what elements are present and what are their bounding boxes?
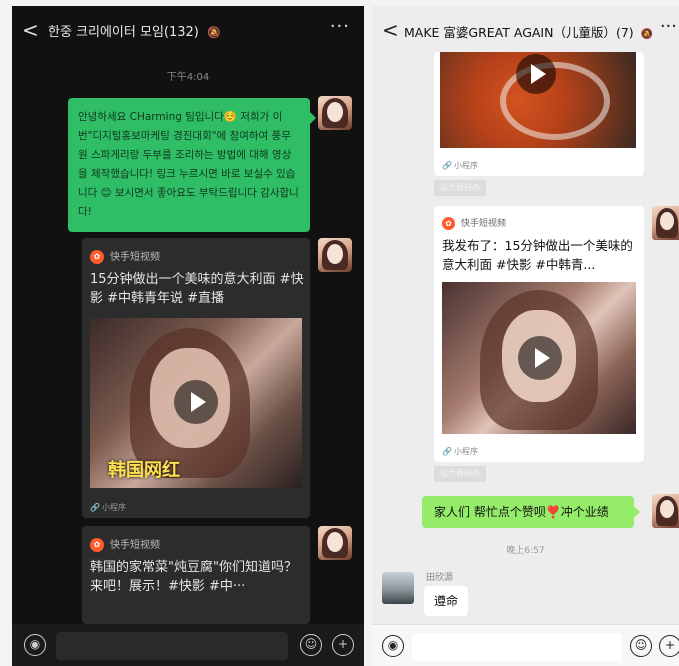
avatar[interactable] — [318, 526, 352, 560]
back-icon[interactable]: < — [22, 18, 39, 42]
voice-icon[interactable]: ◉ — [382, 635, 404, 657]
chat-title-text: 한중 크리에이터 모임(132) — [48, 25, 199, 40]
mini-program-text: 小程序 — [453, 447, 478, 456]
timestamp: 下午4:04 — [166, 72, 210, 83]
play-icon[interactable] — [518, 336, 562, 380]
message-input[interactable] — [56, 632, 288, 660]
plus-icon[interactable]: + — [659, 635, 679, 657]
chat-title-text: MAKE 富婆GREAT AGAIN（儿童版）(7) — [404, 25, 634, 40]
back-icon[interactable]: < — [382, 18, 399, 42]
chat-title[interactable]: MAKE 富婆GREAT AGAIN（儿童版）(7) 🔕 — [404, 22, 653, 41]
kuaishou-icon: ✿ — [442, 217, 455, 230]
set-todo-button[interactable]: 设为群待办 — [434, 180, 486, 196]
thumbnail-overlay-text: 韩国网红 — [108, 460, 180, 481]
message-input[interactable] — [412, 633, 622, 661]
video-thumbnail[interactable] — [442, 282, 636, 434]
reply-bubble[interactable]: 遵命 — [424, 586, 469, 616]
voice-icon[interactable]: ◉ — [24, 634, 46, 656]
card-source-label: 快手短视频 — [461, 219, 507, 229]
avatar[interactable] — [318, 96, 352, 130]
video-share-card[interactable]: 🔗 小程序 — [434, 52, 644, 176]
emoji-icon[interactable]: ☺ — [300, 634, 322, 656]
mini-program-label: 🔗 小程序 — [442, 160, 478, 171]
play-icon[interactable] — [516, 54, 556, 94]
emoji-icon[interactable]: ☺ — [630, 635, 652, 657]
card-source-label: 快手短视频 — [110, 252, 160, 263]
bell-off-icon: 🔕 — [207, 26, 221, 39]
message-text: 안녕하세요 CHarming 팀입니다☺️ 저희가 이번"디지털홍보마케팅 경진… — [78, 111, 299, 218]
video-share-card[interactable]: ✿ 快手短视频 韩国的家常菜"炖豆腐"你们知道吗？来吧！展示！#快影 #中··· — [82, 526, 310, 624]
mini-program-text: 小程序 — [101, 503, 126, 512]
video-share-card[interactable]: ✿ 快手短视频 15分钟做出一个美味的意大利面 #快影 #中韩青年说 #直播 韩国… — [82, 238, 310, 518]
message-bubble[interactable]: 안녕하세요 CHarming 팀입니다☺️ 저희가 이번"디지털홍보마케팅 경진… — [68, 98, 316, 232]
video-share-card[interactable]: ✿ 快手短视频 我发布了：15分钟做出一个美味的意大利面 #快影 #中韩青... … — [434, 206, 644, 462]
link-icon: 🔗 — [442, 161, 452, 170]
right-chat-panel: < MAKE 富婆GREAT AGAIN（儿童版）(7) 🔕 ··· 🔗 小程序 … — [372, 6, 679, 666]
message-bubble[interactable]: 家人们 帮忙点个赞呗❣️冲个业绩 — [422, 496, 640, 528]
left-header: < 한중 크리에이터 모임(132) 🔕 ··· — [12, 6, 364, 52]
card-source: ✿ 快手短视频 — [90, 536, 160, 552]
card-title: 15分钟做出一个美味的意大利面 #快影 #中韩青年说 #直播 — [90, 272, 304, 306]
kuaishou-icon: ✿ — [90, 538, 104, 552]
bell-off-icon: 🔕 — [640, 29, 654, 40]
video-thumbnail[interactable]: 韩国网红 — [90, 318, 302, 488]
link-icon: 🔗 — [90, 503, 100, 512]
avatar[interactable] — [382, 572, 414, 604]
card-source-label: 快手短视频 — [110, 540, 160, 551]
timestamp: 晚上6:57 — [506, 546, 545, 556]
message-text: 家人们 帮忙点个赞呗❣️冲个业绩 — [434, 505, 609, 519]
link-icon: 🔗 — [442, 447, 452, 456]
right-header: < MAKE 富婆GREAT AGAIN（儿童版）(7) 🔕 ··· — [372, 6, 679, 52]
input-bar: ◉ ☺ + — [12, 624, 364, 666]
set-todo-button[interactable]: 设为群待办 — [434, 466, 486, 482]
avatar[interactable] — [652, 206, 679, 240]
page: < 한중 크리에이터 모임(132) 🔕 ··· 下午4:04 안녕하세요 CH… — [0, 0, 679, 666]
more-icon[interactable]: ··· — [660, 16, 677, 37]
avatar[interactable] — [318, 238, 352, 272]
mini-program-label: 🔗 小程序 — [90, 502, 126, 513]
left-chat-panel: < 한중 크리에이터 모임(132) 🔕 ··· 下午4:04 안녕하세요 CH… — [12, 6, 364, 666]
mini-program-label: 🔗 小程序 — [442, 446, 478, 457]
input-bar: ◉ ☺ + — [372, 624, 679, 666]
card-title: 韩国的家常菜"炖豆腐"你们知道吗？来吧！展示！#快影 #中··· — [90, 560, 297, 594]
chat-title[interactable]: 한중 크리에이터 모임(132) 🔕 — [48, 21, 221, 40]
sender-name: 田欣源 — [426, 573, 454, 583]
play-icon[interactable] — [174, 380, 218, 424]
kuaishou-icon: ✿ — [90, 250, 104, 264]
card-source: ✿ 快手短视频 — [90, 248, 160, 264]
avatar[interactable] — [652, 494, 679, 528]
mini-program-text: 小程序 — [453, 161, 478, 170]
card-source: ✿ 快手短视频 — [442, 216, 506, 230]
plus-icon[interactable]: + — [332, 634, 354, 656]
video-thumbnail[interactable] — [440, 52, 636, 148]
reply-text: 遵命 — [434, 594, 459, 608]
more-icon[interactable]: ··· — [330, 16, 350, 37]
card-title: 我发布了：15分钟做出一个美味的意大利面 #快影 #中韩青... — [442, 238, 633, 272]
